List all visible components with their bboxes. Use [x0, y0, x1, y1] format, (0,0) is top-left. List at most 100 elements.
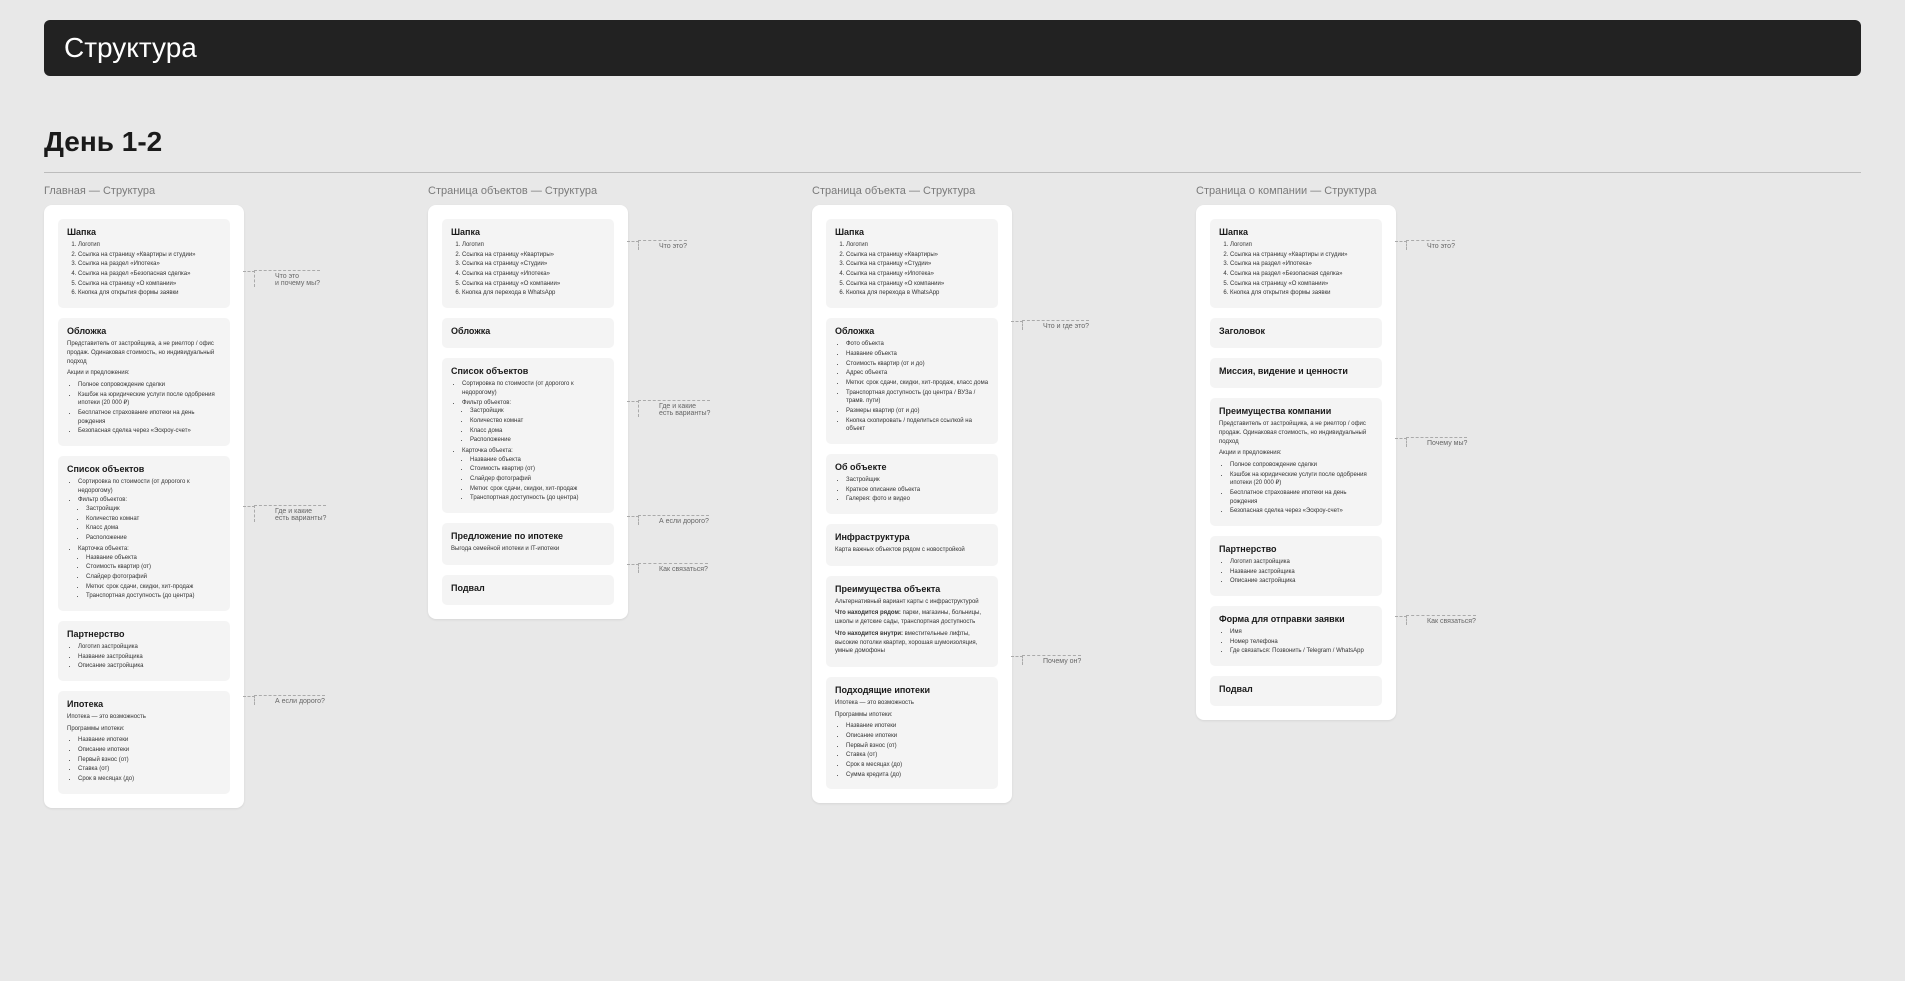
structure-block: Подвал	[1210, 676, 1382, 706]
list-item: Срок в месяцах (до)	[846, 761, 989, 770]
list-item: Кнопка скопировать / поделиться ссылкой …	[846, 417, 989, 434]
block-paragraph: Карта важных объектов рядом с новостройк…	[835, 546, 989, 555]
list-item: Название объекта	[846, 350, 989, 359]
list-item: Кэшбэк на юридические услуги после одобр…	[1230, 471, 1373, 488]
annotation-label: Что это и почему мы?	[254, 270, 320, 287]
list-item: Стоимость квартир (от и до)	[846, 360, 989, 369]
list-item: Метки: срок сдачи, скидки, хит-продаж, к…	[846, 379, 989, 388]
block-title: Партнерство	[1219, 544, 1373, 554]
list-item: Ссылка на страницу «Квартиры»	[846, 251, 989, 260]
block-title: Список объектов	[451, 366, 605, 376]
block-title: Заголовок	[1219, 326, 1373, 336]
annotation-label: А если дорого?	[638, 515, 709, 525]
block-title: Преимущества объекта	[835, 584, 989, 594]
block-title: Партнерство	[67, 629, 221, 639]
structure-block: ШапкаЛоготипСсылка на страницу «Квартиры…	[826, 219, 998, 308]
list-item: Ссылка на страницу «О компании»	[846, 280, 989, 289]
list-item: Ставка (от)	[846, 751, 989, 760]
list-item: Название ипотеки	[846, 722, 989, 731]
card-stack: ШапкаЛоготипСсылка на страницу «Квартиры…	[44, 205, 244, 808]
column-title: Страница о компании — Структура	[1196, 185, 1396, 197]
list-item: Количество комнат	[470, 417, 605, 426]
list-item: Логотип	[1230, 241, 1373, 250]
annotation-label: Как связаться?	[638, 563, 708, 573]
block-paragraph: Представитель от застройщика, а не риелт…	[1219, 420, 1373, 446]
annotation-label: Что и где это?	[1022, 320, 1089, 330]
list-item: Кнопка для открытия формы заявки	[78, 289, 221, 298]
annotation-label: Где и какие есть варианты?	[254, 505, 326, 522]
list-item: Название застройщика	[1230, 568, 1373, 577]
list-item: Слайдер фотографий	[86, 573, 221, 582]
list-item: Транспортная доступность (до центра)	[86, 592, 221, 601]
list-item: Кнопка для перехода в WhatsApp	[846, 289, 989, 298]
block-paragraph: Ипотека — это возможность	[835, 699, 989, 708]
block-paragraph: Что находится внутри: вместительные лифт…	[835, 630, 989, 656]
block-title: Преимущества компании	[1219, 406, 1373, 416]
block-paragraph: Что находится рядом: парки, магазины, бо…	[835, 609, 989, 626]
structure-block: ШапкаЛоготипСсылка на страницу «Квартиры…	[1210, 219, 1382, 308]
list-item: Ссылка на раздел «Ипотека»	[78, 260, 221, 269]
list-item: Ссылка на раздел «Безопасная сделка»	[78, 270, 221, 279]
list-item: Стоимость квартир (от)	[86, 563, 221, 572]
list-item: Бесплатное страхование ипотеки на день р…	[78, 409, 221, 426]
list-item: Номер телефона	[1230, 638, 1373, 647]
list-item: Логотип застройщика	[1230, 558, 1373, 567]
block-paragraph: Представитель от застройщика, а не риелт…	[67, 340, 221, 366]
block-title: Инфраструктура	[835, 532, 989, 542]
list-item: Описание ипотеки	[78, 746, 221, 755]
block-paragraph: Ипотека — это возможность	[67, 713, 221, 722]
list-item: Логотип застройщика	[78, 643, 221, 652]
column: Страница объектов — Структура ШапкаЛоготи…	[428, 185, 812, 619]
list-item: Сумма кредита (до)	[846, 771, 989, 780]
list-item: Название застройщика	[78, 653, 221, 662]
block-paragraph: Альтернативный вариант карты с инфрастру…	[835, 598, 989, 607]
annotation-label: А если дорого?	[254, 695, 325, 705]
list-item: Логотип	[78, 241, 221, 250]
block-title: Шапка	[451, 227, 605, 237]
list-item: Класс дома	[470, 427, 605, 436]
block-title: Миссия, видение и ценности	[1219, 366, 1373, 376]
list-item: Расположение	[86, 534, 221, 543]
block-title: Форма для отправки заявки	[1219, 614, 1373, 624]
list-item: Галерея: фото и видео	[846, 495, 989, 504]
list-item: Логотип	[846, 241, 989, 250]
list-item: Ссылка на страницу «О компании»	[1230, 280, 1373, 289]
list-item: Метки: срок сдачи, скидки, хит-продаж	[86, 583, 221, 592]
structure-block: Преимущества компании Представитель от за…	[1210, 398, 1382, 526]
column-title: Страница объектов — Структура	[428, 185, 628, 197]
list-item: Полное сопровождение сделки	[78, 381, 221, 390]
structure-block: ШапкаЛоготипСсылка на страницу «Квартиры…	[442, 219, 614, 308]
list-item: Ссылка на страницу «Студии»	[846, 260, 989, 269]
list-item: Ссылка на страницу «Ипотека»	[846, 270, 989, 279]
block-title: Предложение по ипотеке	[451, 531, 605, 541]
structure-block: Инфраструктура Карта важных объектов рядо…	[826, 524, 998, 566]
list-item: Слайдер фотографий	[470, 475, 605, 484]
annotation-label: Почему он?	[1022, 655, 1081, 665]
list-item: Транспортная доступность (до центра / ВУ…	[846, 389, 989, 406]
structure-block: ШапкаЛоготипСсылка на страницу «Квартиры…	[58, 219, 230, 308]
list-item: Безопасная сделка через «Эскроу-счет»	[1230, 507, 1373, 516]
column: Страница о компании — Структура ШапкаЛого…	[1196, 185, 1580, 720]
block-title: Подвал	[451, 583, 605, 593]
list-item: Карточка объекта:Название объектаСтоимос…	[78, 545, 221, 601]
list-item: Название ипотеки	[78, 736, 221, 745]
list-item: Транспортная доступность (до центра)	[470, 494, 605, 503]
card-stack: ШапкаЛоготипСсылка на страницу «Квартиры…	[812, 205, 1012, 803]
list-item: Ссылка на страницу «Студии»	[462, 260, 605, 269]
block-title: Подходящие ипотеки	[835, 685, 989, 695]
list-item: Кнопка для открытия формы заявки	[1230, 289, 1373, 298]
block-title: Обложка	[451, 326, 605, 336]
list-item: Описание застройщика	[1230, 577, 1373, 586]
list-item: Класс дома	[86, 524, 221, 533]
list-item: Бесплатное страхование ипотеки на день р…	[1230, 489, 1373, 506]
list-item: Расположение	[470, 436, 605, 445]
list-item: Ссылка на страницу «Квартиры и студии»	[1230, 251, 1373, 260]
structure-block: Список объектовСортировка по стоимости (…	[58, 456, 230, 611]
annotation-column: Что и где это?Почему он?	[1012, 185, 1196, 205]
list-item: Первый взнос (от)	[846, 742, 989, 751]
annotation-column: Что это?Почему мы?Как связаться?	[1396, 185, 1580, 205]
block-paragraph: Выгода семейной ипотеки и IT-ипотеки	[451, 545, 605, 554]
list-item: Кэшбэк на юридические услуги после одобр…	[78, 391, 221, 408]
card-stack: ШапкаЛоготипСсылка на страницу «Квартиры…	[428, 205, 628, 619]
list-item: Количество комнат	[86, 515, 221, 524]
